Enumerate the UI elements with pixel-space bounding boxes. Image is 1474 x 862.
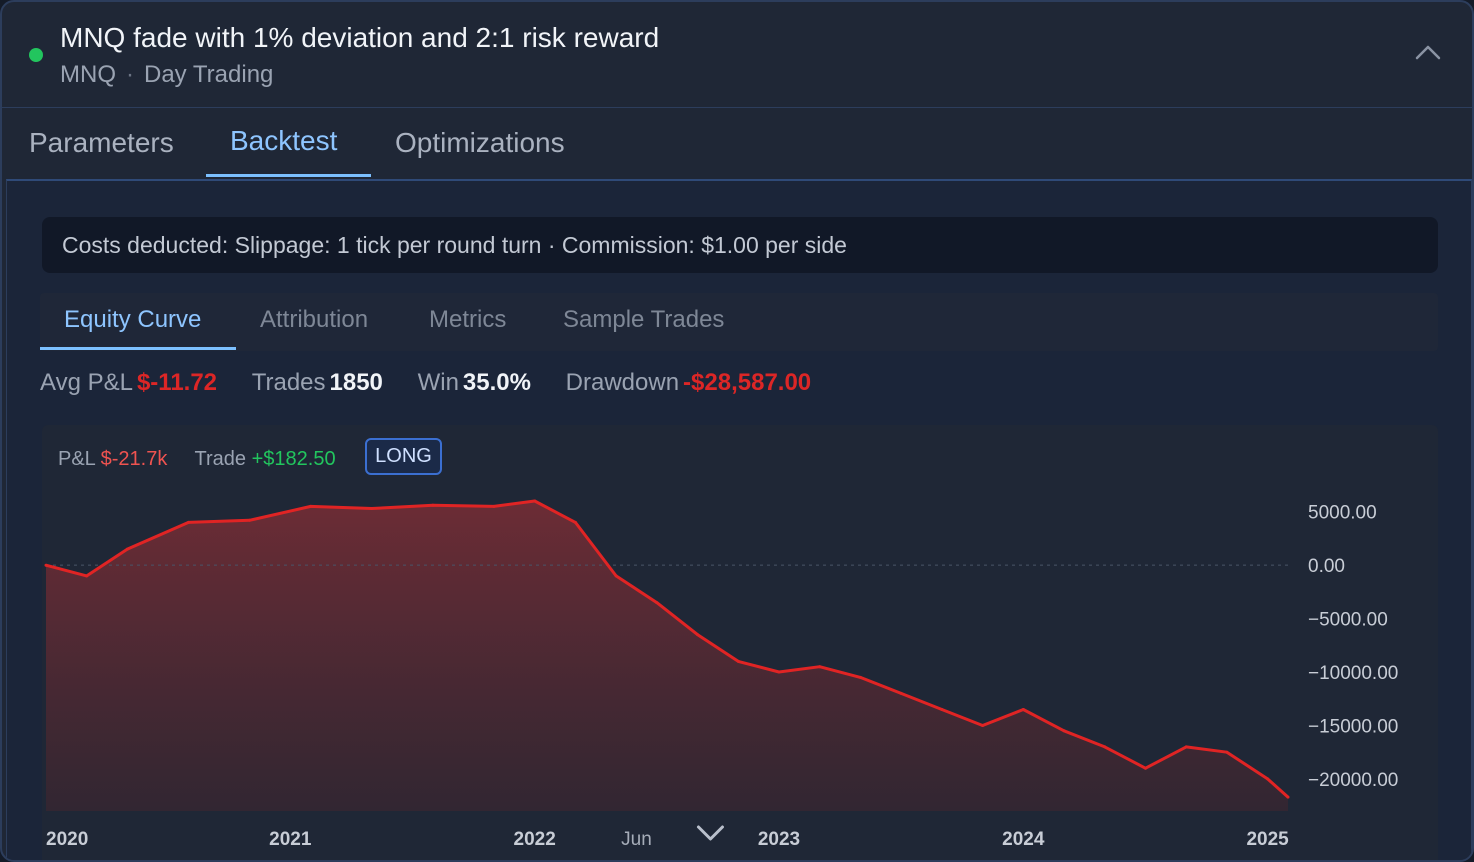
stat-trades-value: 1850: [329, 369, 383, 396]
x-tick-label: 2023: [758, 829, 800, 850]
equity-point-20: [981, 724, 985, 727]
x-tick-label: 2020: [46, 829, 88, 850]
stat-drawdown-value: -$28,587.00: [683, 369, 812, 396]
backtest-panel: Costs deducted: Slippage: 1 tick per rou…: [6, 179, 1472, 862]
stat-win-value: 35.0%: [462, 369, 531, 396]
x-tick-label: 2021: [269, 829, 312, 850]
category-label: Day Trading: [144, 61, 274, 88]
stat-trades-label: Trades: [251, 369, 326, 396]
equity-point-0: [44, 563, 48, 567]
strategy-header[interactable]: MNQ fade with 1% deviation and 2:1 risk …: [2, 2, 1472, 108]
x-tick-label: 2024: [1002, 829, 1045, 850]
summary-stats: Avg P&L $-11.72 Trades 1850 Win 35.0% Drawd…: [40, 369, 839, 399]
equity-point-1: [85, 574, 89, 578]
x-tick-label: Jun: [621, 829, 652, 850]
y-tick-label: −5000.00: [1308, 610, 1388, 631]
strategy-subtitle: MNQ · Day Trading: [60, 61, 273, 89]
subtitle-separator: ·: [126, 61, 134, 88]
equity-point-21: [1021, 708, 1025, 711]
equity-point-16: [818, 665, 822, 669]
equity-chart[interactable]: 5000.00 0.00 −5000.00 −10000.00 −15000.00 −20…: [42, 425, 1438, 862]
symbol-label: MNQ: [60, 61, 116, 88]
equity-area-fill: [46, 501, 1288, 811]
equity-point-26: [1225, 750, 1229, 754]
subtab-metrics[interactable]: Metrics: [429, 306, 506, 334]
chevron-up-icon[interactable]: [1414, 42, 1442, 62]
y-tick-label: −20000.00: [1308, 770, 1398, 791]
equity-point-23: [1103, 745, 1107, 749]
legend-trade-label: Trade: [194, 447, 247, 470]
stat-drawdown-label: Drawdown: [565, 369, 680, 396]
equity-point-12: [655, 601, 659, 605]
costs-banner: Costs deducted: Slippage: 1 tick per rou…: [42, 217, 1438, 273]
main-tabs: Parameters Backtest Optimizations: [2, 109, 1472, 179]
tab-optimizations[interactable]: Optimizations: [395, 127, 565, 159]
tab-parameters[interactable]: Parameters: [29, 127, 174, 159]
legend-trade-value: +$182.50: [251, 447, 336, 470]
equity-point-13: [696, 633, 699, 637]
equity-point-6: [370, 507, 374, 510]
stat-win: Win 35.0%: [418, 369, 531, 397]
equity-point-3: [187, 520, 190, 524]
equity-point-19: [940, 708, 944, 711]
subtab-equity-curve[interactable]: Equity Curve: [64, 306, 201, 334]
equity-point-24: [1144, 766, 1147, 770]
strategy-title: MNQ fade with 1% deviation and 2:1 risk …: [60, 22, 660, 53]
stat-drawdown: Drawdown -$28,587.00: [566, 369, 812, 397]
equity-point-25: [1184, 745, 1188, 749]
chart-legend: P&L $-21.7k Trade +$182.50 LONG: [58, 438, 442, 477]
stat-avg-pnl-label: Avg P&L: [40, 369, 133, 396]
equity-point-4: [248, 518, 252, 522]
equity-point-17: [858, 675, 862, 679]
equity-point-2: [125, 547, 129, 551]
equity-point-14: [736, 659, 740, 663]
equity-point-22: [1062, 729, 1066, 733]
y-tick-label: 5000.00: [1308, 503, 1377, 524]
tab-active-indicator: [206, 174, 371, 177]
costs-note: Costs deducted: Slippage: 1 tick per rou…: [62, 232, 847, 258]
x-tick-label: 2022: [514, 829, 556, 850]
x-tick-label: 2025: [1246, 829, 1289, 850]
equity-point-7: [431, 503, 435, 507]
y-tick-label: 0.00: [1308, 556, 1345, 577]
stat-avg-pnl-value: $-11.72: [136, 369, 218, 396]
equity-point-27: [1266, 777, 1270, 781]
equity-point-8: [492, 504, 496, 508]
backtest-subtabs: Equity Curve Attribution Metrics Sample …: [40, 293, 1438, 351]
equity-point-28: [1286, 795, 1290, 799]
legend-pnl-label: P&L: [58, 447, 96, 470]
stat-avg-pnl: Avg P&L $-11.72: [40, 369, 217, 397]
equity-point-15: [777, 670, 781, 674]
stat-win-label: Win: [417, 369, 459, 396]
stat-trades: Trades 1850: [252, 369, 383, 397]
y-tick-label: −10000.00: [1308, 663, 1398, 684]
subtab-active-indicator: [40, 347, 236, 350]
equity-point-5: [309, 504, 313, 508]
subtab-attribution[interactable]: Attribution: [260, 306, 368, 334]
equity-chart-svg[interactable]: 5000.00 0.00 −5000.00 −10000.00 −15000.00 −20…: [42, 425, 1438, 862]
equity-point-18: [899, 691, 903, 695]
chevron-down-icon[interactable]: [696, 825, 724, 841]
subtab-sample-trades[interactable]: Sample Trades: [563, 306, 724, 334]
side-badge: LONG: [365, 438, 442, 475]
tab-backtest[interactable]: Backtest: [230, 125, 337, 157]
status-dot-icon: [29, 48, 43, 62]
equity-point-9: [533, 499, 537, 503]
equity-point-10: [573, 520, 577, 524]
y-tick-label: −15000.00: [1308, 716, 1398, 737]
equity-point-11: [614, 574, 618, 578]
legend-pnl-value: $-21.7k: [100, 447, 168, 470]
strategy-card: MNQ fade with 1% deviation and 2:1 risk …: [0, 0, 1474, 862]
